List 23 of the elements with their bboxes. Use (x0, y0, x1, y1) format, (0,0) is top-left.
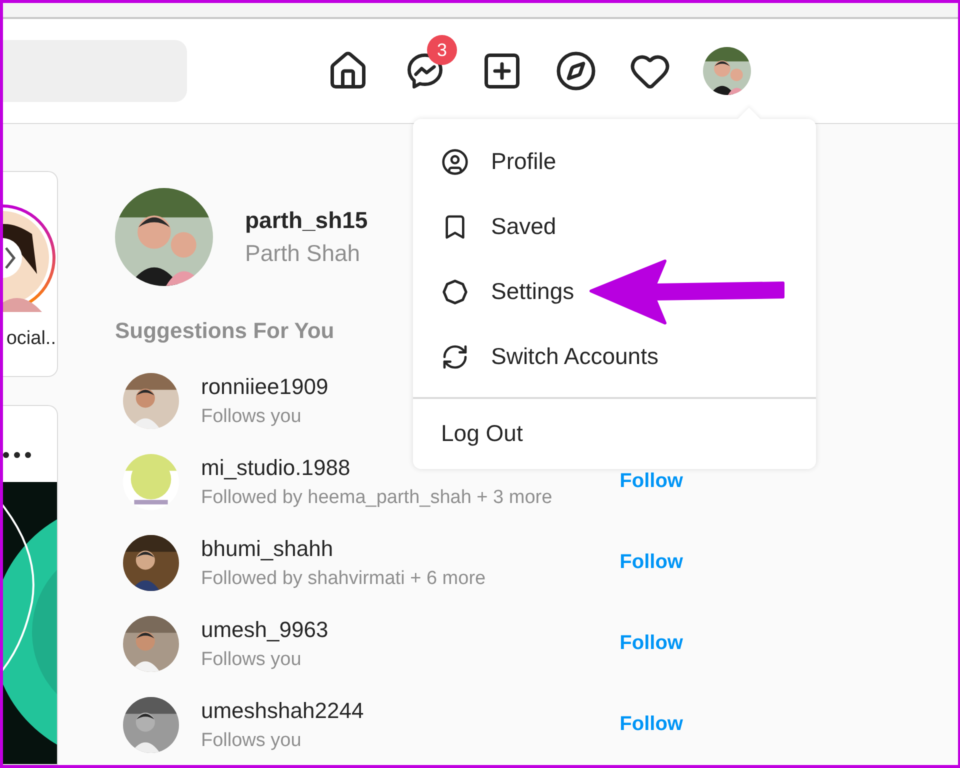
section-title: Suggestions For You (115, 318, 336, 344)
menu-item[interactable]: Profile (413, 129, 816, 194)
suggestion-subtitle: Follows you (201, 648, 302, 670)
notification-badge: 3 (427, 35, 457, 65)
menu-item[interactable]: Switch Accounts (413, 324, 816, 389)
logout-item[interactable]: Log Out (413, 399, 816, 467)
refresh-icon (441, 342, 469, 370)
suggestion-subtitle: Followed by shahvirmati + 6 more (201, 568, 487, 590)
suggestion-subtitle: Follows you (201, 406, 302, 428)
suggestion-subtitle: Followed by heema_parth_shah + 3 more (201, 486, 554, 508)
full-name: Parth Shah (245, 240, 362, 267)
suggestion-username[interactable]: umeshshah2244 (201, 698, 598, 724)
settings-icon (441, 278, 469, 306)
suggestion-username[interactable]: bhumi_shahh (201, 536, 598, 562)
more-icon[interactable] (3, 452, 31, 458)
suggestion-username[interactable]: umesh_9963 (201, 616, 598, 642)
menu-item[interactable]: Saved (413, 194, 816, 259)
suggestion-subtitle: Follows you (201, 730, 302, 752)
username[interactable]: parth_sh15 (245, 207, 368, 234)
user-icon (441, 148, 469, 176)
search-field[interactable] (3, 40, 187, 102)
compass-icon[interactable] (555, 50, 597, 92)
story-label: ocial.. (6, 328, 56, 350)
